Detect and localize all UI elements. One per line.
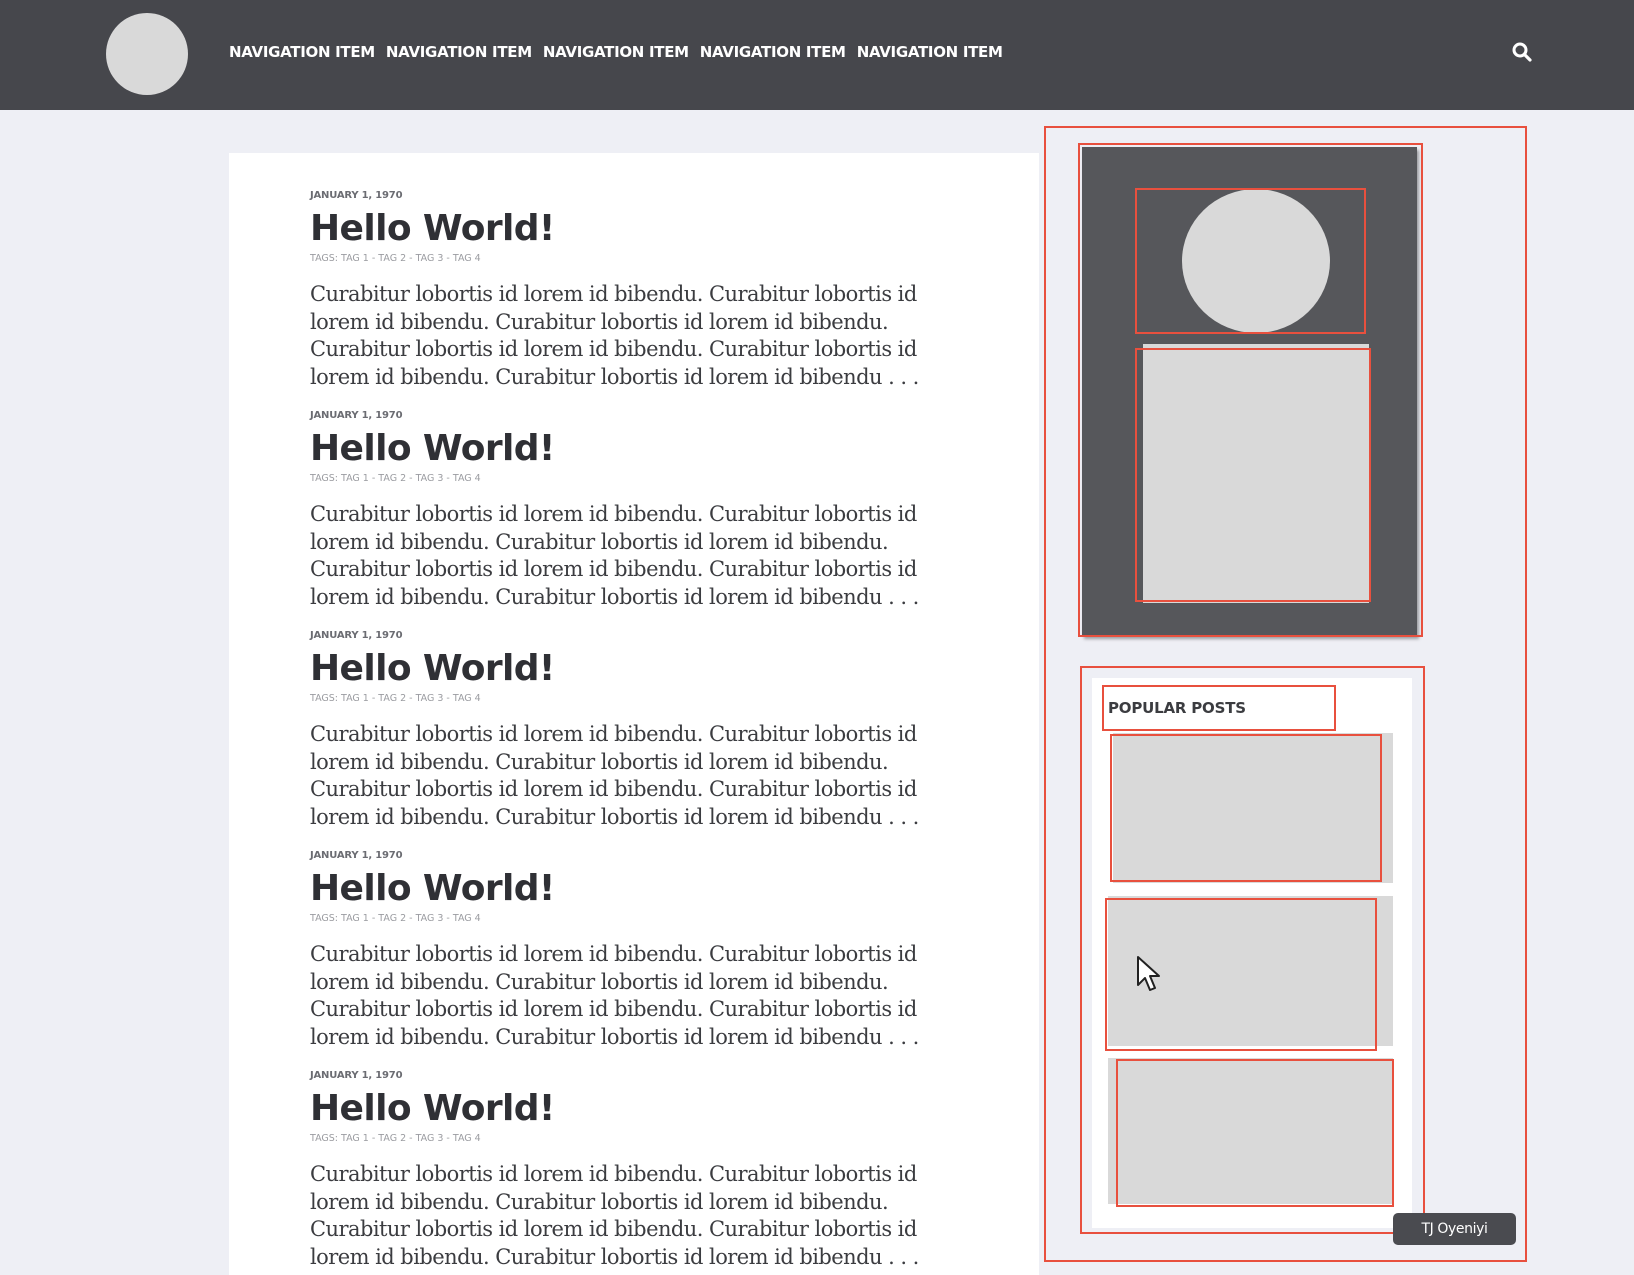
logo-placeholder[interactable]: [106, 13, 188, 95]
post-tags: TAGS: TAG 1 - TAG 2 - TAG 3 - TAG 4: [310, 253, 481, 264]
popular-posts-header-outline: [1102, 685, 1336, 731]
post-excerpt: Curabitur lobortis id lorem id bibendu. …: [310, 722, 919, 829]
post-title[interactable]: Hello World!: [310, 207, 1010, 251]
top-navigation-bar: NAVIGATION ITEM NAVIGATION ITEM NAVIGATI…: [0, 0, 1634, 110]
nav-item-3[interactable]: NAVIGATION ITEM: [543, 43, 689, 61]
nav-item-2[interactable]: NAVIGATION ITEM: [386, 43, 532, 61]
post-title[interactable]: Hello World!: [310, 867, 1010, 911]
author-badge: TJ Oyeniyi: [1393, 1213, 1516, 1245]
post-date: JANUARY 1, 1970: [310, 190, 403, 201]
popular-post-outline: [1110, 734, 1382, 882]
post-tags: TAGS: TAG 1 - TAG 2 - TAG 3 - TAG 4: [310, 913, 481, 924]
post-date: JANUARY 1, 1970: [310, 1070, 403, 1081]
post-list: JANUARY 1, 1970 Hello World! TAGS: TAG 1…: [229, 153, 1039, 1275]
nav-item-5[interactable]: NAVIGATION ITEM: [857, 43, 1003, 61]
post-item: JANUARY 1, 1970 Hello World! TAGS: TAG 1…: [310, 1069, 1010, 1275]
post-date: JANUARY 1, 1970: [310, 410, 403, 421]
post-excerpt: Curabitur lobortis id lorem id bibendu. …: [310, 942, 919, 1049]
nav-item-4[interactable]: NAVIGATION ITEM: [700, 43, 846, 61]
post-item: JANUARY 1, 1970 Hello World! TAGS: TAG 1…: [310, 849, 1010, 1072]
avatar-outline: [1135, 188, 1366, 334]
post-item: JANUARY 1, 1970 Hello World! TAGS: TAG 1…: [310, 629, 1010, 852]
post-tags: TAGS: TAG 1 - TAG 2 - TAG 3 - TAG 4: [310, 1133, 481, 1144]
post-date: JANUARY 1, 1970: [310, 630, 403, 641]
post-item: JANUARY 1, 1970 Hello World! TAGS: TAG 1…: [310, 189, 1010, 412]
post-date: JANUARY 1, 1970: [310, 850, 403, 861]
post-excerpt: Curabitur lobortis id lorem id bibendu. …: [310, 1162, 919, 1269]
bio-outline: [1135, 348, 1371, 602]
post-tags: TAGS: TAG 1 - TAG 2 - TAG 3 - TAG 4: [310, 693, 481, 704]
nav-item-1[interactable]: NAVIGATION ITEM: [229, 43, 375, 61]
page: NAVIGATION ITEM NAVIGATION ITEM NAVIGATI…: [0, 0, 1634, 1275]
post-title[interactable]: Hello World!: [310, 427, 1010, 471]
post-item: JANUARY 1, 1970 Hello World! TAGS: TAG 1…: [310, 409, 1010, 632]
main-navigation: NAVIGATION ITEM NAVIGATION ITEM NAVIGATI…: [229, 43, 1003, 61]
post-excerpt: Curabitur lobortis id lorem id bibendu. …: [310, 502, 919, 609]
popular-post-outline: [1116, 1059, 1394, 1207]
search-icon: [1512, 42, 1532, 62]
search-button[interactable]: [1510, 40, 1534, 64]
post-title[interactable]: Hello World!: [310, 647, 1010, 691]
mouse-cursor-icon: [1137, 956, 1160, 991]
post-tags: TAGS: TAG 1 - TAG 2 - TAG 3 - TAG 4: [310, 473, 481, 484]
post-title[interactable]: Hello World!: [310, 1087, 1010, 1131]
post-excerpt: Curabitur lobortis id lorem id bibendu. …: [310, 282, 919, 389]
